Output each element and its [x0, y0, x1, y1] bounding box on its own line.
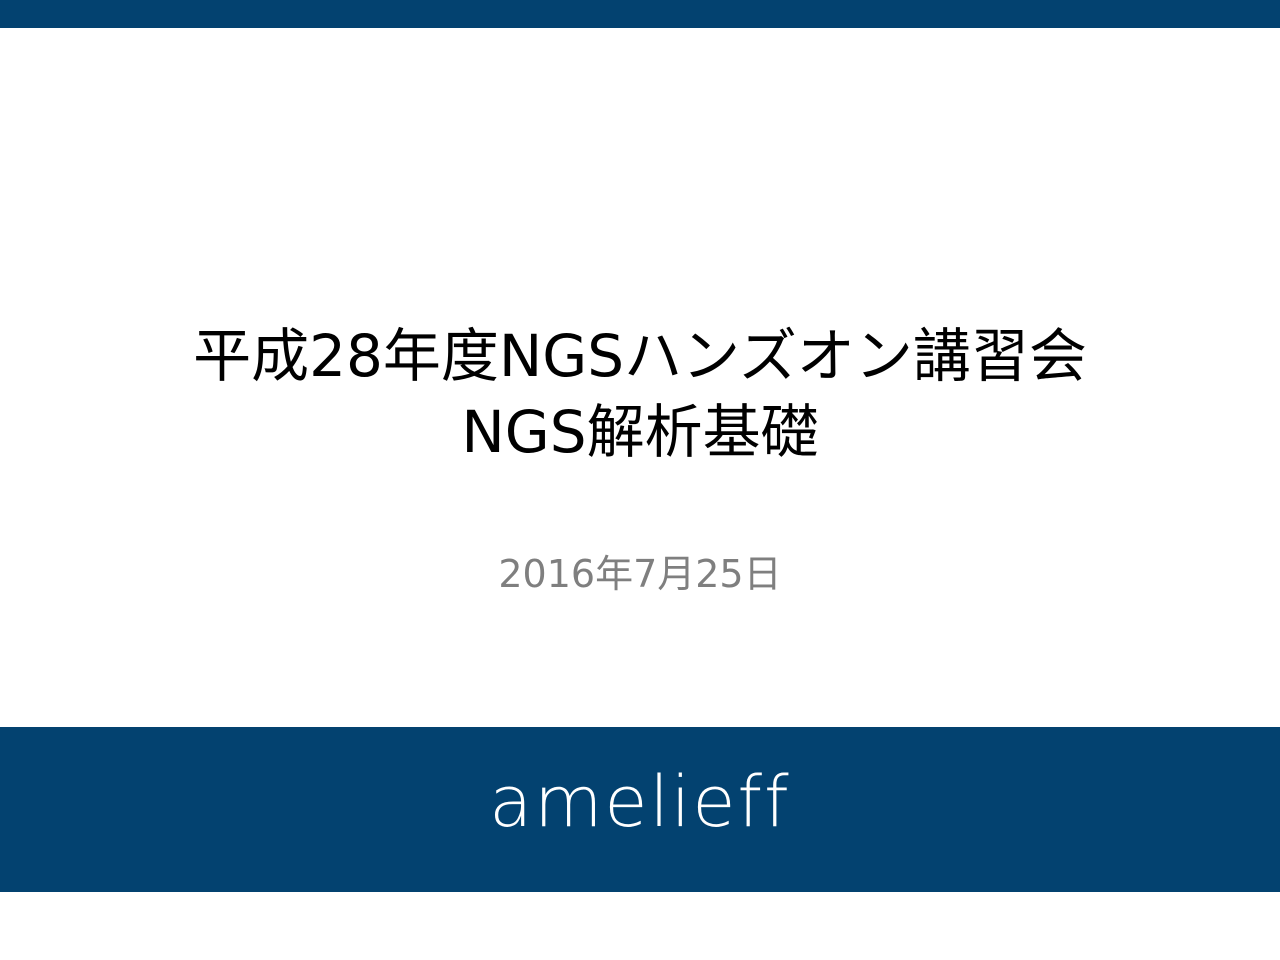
slide-date: 2016年7月25日	[498, 552, 782, 596]
title-line-course: 平成28年度NGSハンズオン講習会	[193, 322, 1087, 390]
title-line-topic: NGS解析基礎	[461, 398, 819, 466]
slide-title: 平成28年度NGSハンズオン講習会 NGS解析基礎	[0, 318, 1280, 470]
title-slide: 平成28年度NGSハンズオン講習会 NGS解析基礎 2016年7月25日 ame…	[0, 0, 1280, 960]
company-logo: amelieff	[489, 761, 791, 843]
top-accent-bar	[0, 0, 1280, 28]
